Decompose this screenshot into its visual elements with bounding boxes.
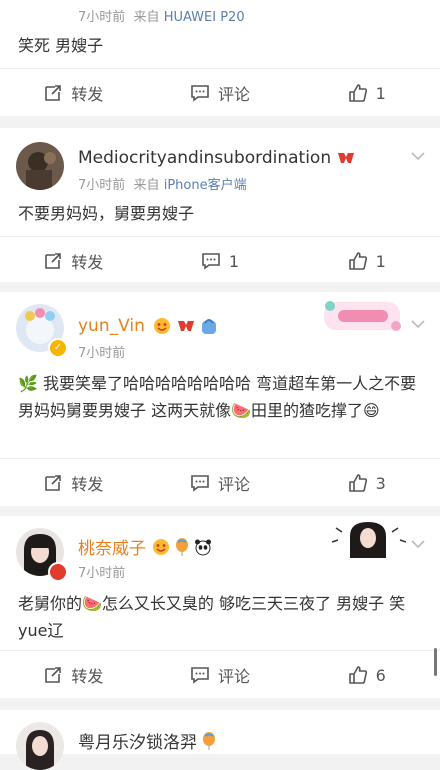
repost-button[interactable]: 转发 [0, 651, 147, 699]
post-meta: 7小时前 [78, 346, 126, 361]
repost-button[interactable]: 转发 [0, 459, 147, 507]
weibo-post: 桃奈威子 7小时前 老舅你的🍉怎么又长又臭的 够吃三天三夜了 男嫂子 笑yue辽… [0, 516, 440, 698]
action-bar: 转发 评论 3 [0, 458, 440, 507]
comment-icon [191, 475, 209, 492]
username[interactable]: 桃奈威子 [78, 534, 212, 559]
post-text: 老舅你的🍉怎么又长又臭的 够吃三天三夜了 男嫂子 笑yue辽 [18, 594, 406, 640]
weibo-post: Mediocrityandinsubordination 7小时前 来自 iPh… [0, 128, 440, 282]
action-bar: 转发 评论 1 [0, 68, 440, 117]
scrollbar[interactable] [434, 648, 437, 676]
weibo-post: 粤月乐汐锁洛羿 [0, 710, 440, 770]
post-text: 🌿 我要笑晕了哈哈哈哈哈哈哈哈 弯道超车第一人之不要男妈妈舅要男嫂子 这两天就像… [18, 374, 417, 420]
thumbs-up-icon [348, 474, 367, 492]
verified-badge-icon: ✓ [48, 338, 68, 358]
vip-face-icon [152, 538, 170, 556]
verified-badge-icon [48, 562, 68, 582]
decorative-sticker [320, 296, 404, 334]
like-button[interactable]: 1 [293, 69, 440, 117]
chevron-down-icon[interactable] [410, 536, 426, 552]
post-meta: 7小时前 [78, 566, 126, 581]
thumbs-up-icon [348, 666, 367, 684]
username[interactable]: Mediocrityandinsubordination [78, 148, 356, 168]
post-meta: 7小时前 来自 HUAWEI P20 [78, 10, 245, 25]
comment-icon [191, 85, 209, 102]
decorative-sticker [330, 518, 407, 558]
weibo-post: ✓ yun_Vin 7小时前 🌿 我要笑晕了哈哈哈哈哈哈哈哈 弯道超车第一人之不… [0, 292, 440, 506]
balloon-badge-icon [202, 731, 216, 750]
fan-badge-icon [201, 317, 217, 335]
member-badge-icon [336, 150, 356, 166]
vip-face-icon [153, 317, 171, 335]
chevron-down-icon[interactable] [410, 148, 426, 164]
username[interactable]: 粤月乐汐锁洛羿 [78, 728, 216, 753]
like-button[interactable]: 3 [293, 459, 440, 507]
like-button[interactable]: 6 [293, 651, 440, 699]
repost-button[interactable]: 转发 [0, 69, 147, 117]
post-text: 不要男妈妈，舅要男嫂子 [18, 204, 195, 223]
comment-icon [191, 667, 209, 684]
chevron-down-icon[interactable] [410, 316, 426, 332]
comment-button[interactable]: 1 [147, 237, 294, 285]
member-badge-icon [176, 318, 196, 334]
source-link[interactable]: HUAWEI P20 [164, 10, 245, 25]
username[interactable]: yun_Vin [78, 316, 217, 336]
post-text: 笑死 男嫂子 [18, 36, 104, 55]
panda-badge-icon [194, 538, 212, 556]
action-bar: 转发 评论 6 [0, 650, 440, 699]
repost-icon [45, 253, 62, 269]
comment-button[interactable]: 评论 [147, 69, 294, 117]
avatar[interactable] [16, 142, 64, 190]
action-bar: 转发 1 1 [0, 236, 440, 285]
repost-button[interactable]: 转发 [0, 237, 147, 285]
avatar[interactable] [16, 722, 64, 770]
thumbs-up-icon [348, 84, 367, 102]
post-meta: 7小时前 来自 iPhone客户端 [78, 178, 247, 193]
repost-icon [45, 667, 62, 683]
balloon-badge-icon [175, 537, 189, 556]
comment-icon [202, 253, 220, 270]
comment-button[interactable]: 评论 [147, 651, 294, 699]
source-link[interactable]: iPhone客户端 [164, 178, 247, 193]
like-button[interactable]: 1 [293, 237, 440, 285]
comment-button[interactable]: 评论 [147, 459, 294, 507]
repost-icon [45, 475, 62, 491]
thumbs-up-icon [348, 252, 367, 270]
weibo-post: 7小时前 来自 HUAWEI P20 笑死 男嫂子 转发 评论 1 [0, 0, 440, 116]
repost-icon [45, 85, 62, 101]
